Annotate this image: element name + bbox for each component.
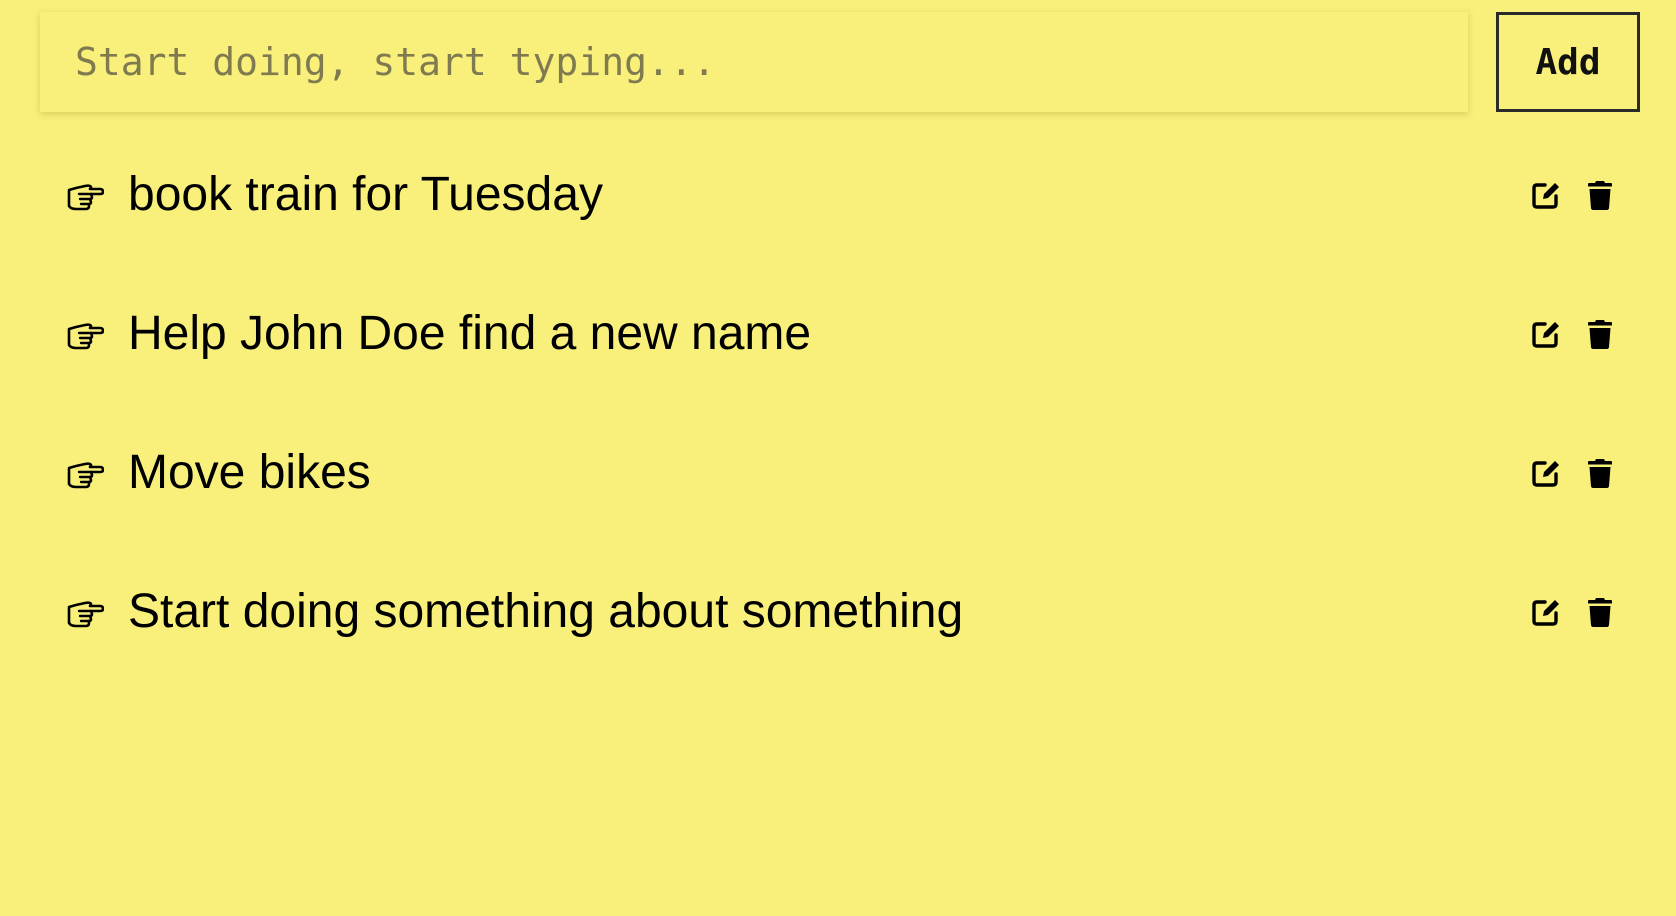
pointing-hand-icon bbox=[64, 592, 104, 632]
trash-icon bbox=[1588, 598, 1612, 627]
delete-task-button[interactable] bbox=[1580, 592, 1620, 632]
edit-icon bbox=[1532, 600, 1559, 626]
task-item: Start doing something about something bbox=[0, 544, 1676, 683]
edit-icon bbox=[1532, 322, 1559, 348]
delete-task-button[interactable] bbox=[1580, 314, 1620, 354]
task-text: Start doing something about something bbox=[128, 585, 964, 638]
edit-task-button[interactable] bbox=[1526, 592, 1566, 632]
pointing-hand-icon bbox=[64, 314, 104, 354]
trash-icon bbox=[1588, 320, 1612, 349]
todo-app: Add book train for Tuesday bbox=[0, 0, 1676, 916]
task-text: book train for Tuesday bbox=[128, 168, 603, 221]
task-item: Help John Doe find a new name bbox=[0, 266, 1676, 405]
edit-icon bbox=[1532, 183, 1559, 209]
edit-icon bbox=[1532, 461, 1559, 487]
delete-task-button[interactable] bbox=[1580, 453, 1620, 493]
task-item: Move bikes bbox=[0, 405, 1676, 544]
edit-task-button[interactable] bbox=[1526, 175, 1566, 215]
edit-task-button[interactable] bbox=[1526, 453, 1566, 493]
new-task-input[interactable] bbox=[40, 12, 1468, 112]
new-task-row: Add bbox=[40, 12, 1640, 112]
task-list: book train for Tuesday Help John Doe fin… bbox=[0, 127, 1676, 683]
task-text: Help John Doe find a new name bbox=[128, 307, 812, 360]
trash-icon bbox=[1588, 459, 1612, 488]
delete-task-button[interactable] bbox=[1580, 175, 1620, 215]
trash-icon bbox=[1588, 181, 1612, 210]
pointing-hand-icon bbox=[64, 453, 104, 493]
pointing-hand-icon bbox=[64, 175, 104, 215]
edit-task-button[interactable] bbox=[1526, 314, 1566, 354]
add-task-button[interactable]: Add bbox=[1496, 12, 1640, 112]
task-text: Move bikes bbox=[128, 446, 371, 499]
task-item: book train for Tuesday bbox=[0, 127, 1676, 266]
